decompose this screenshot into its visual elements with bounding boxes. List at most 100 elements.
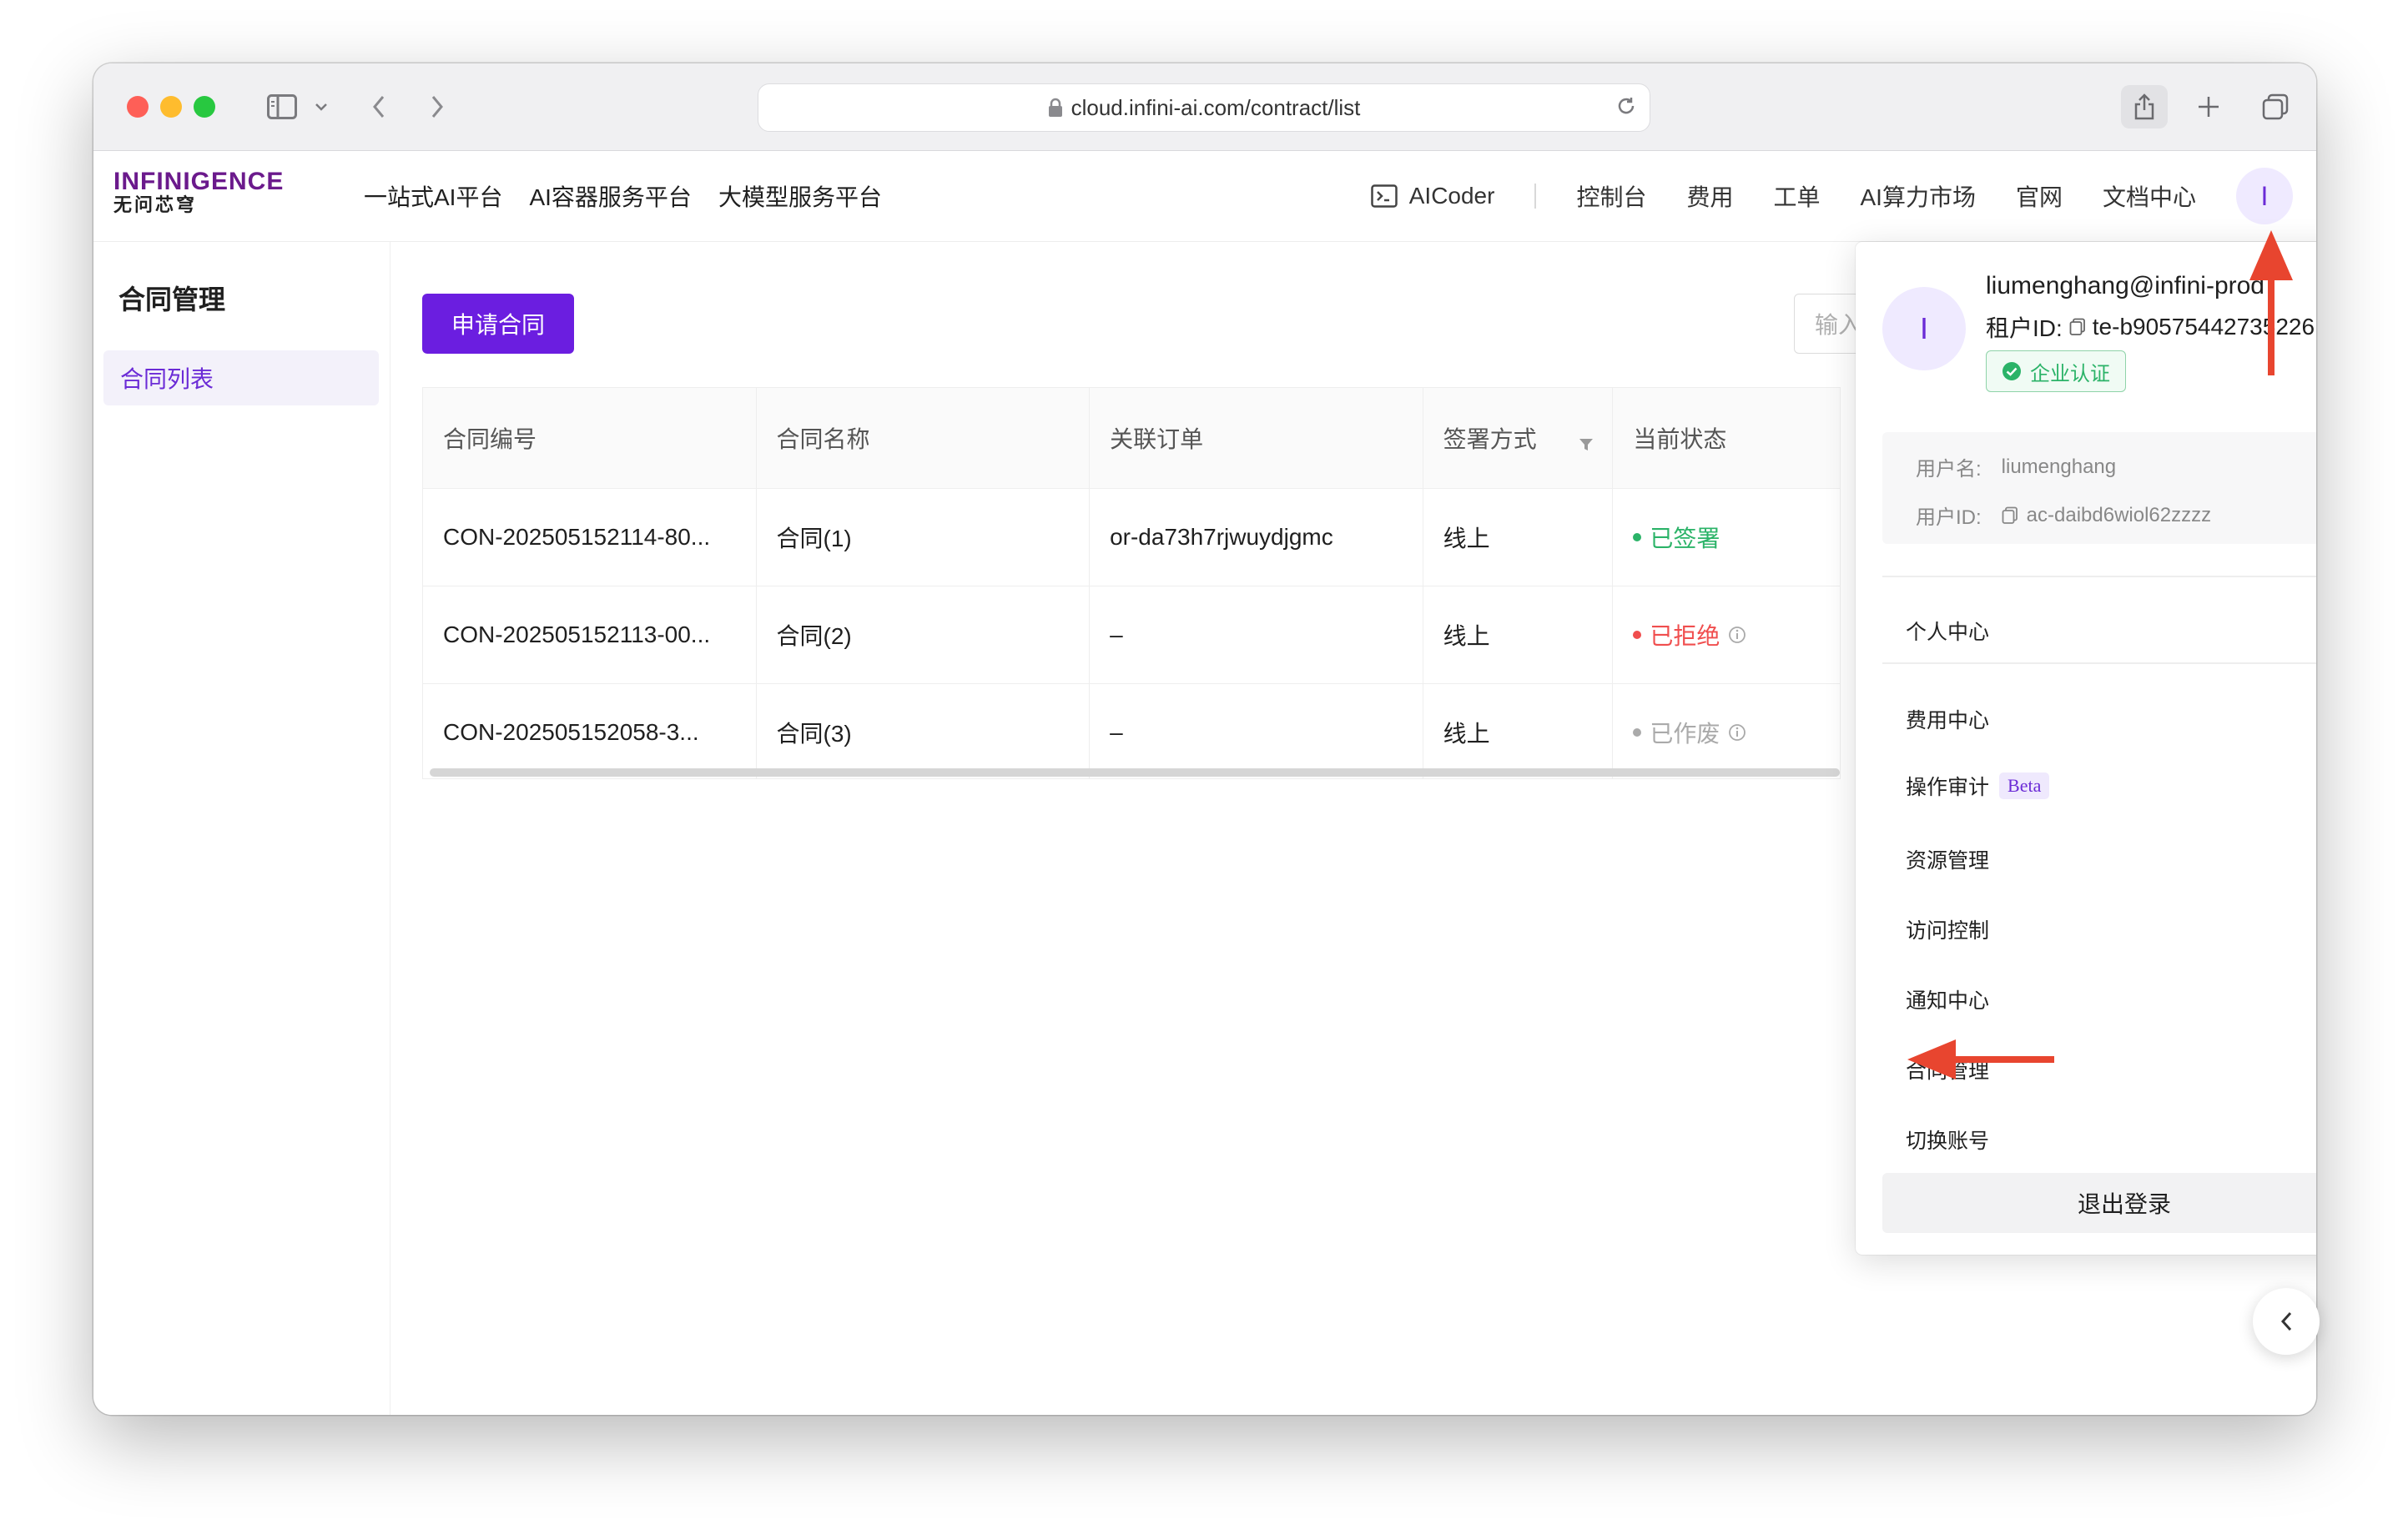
- menu-item-notification-center[interactable]: 通知中心: [1906, 984, 1989, 1014]
- menu-divider: [1882, 662, 2316, 664]
- contract-id-cell: CON-202505152113-00...: [423, 586, 757, 683]
- nav-divider: [1534, 184, 1537, 209]
- menu-item-billing-center[interactable]: 费用中心: [1906, 704, 1989, 734]
- url-text: cloud.infini-ai.com/contract/list: [1071, 94, 1361, 120]
- product-nav: 一站式AI平台 AI容器服务平台 大模型服务平台: [364, 151, 882, 241]
- check-circle-icon: [2002, 362, 2021, 380]
- nav-item-llm-service[interactable]: 大模型服务平台: [718, 179, 882, 213]
- beta-badge: Beta: [1999, 773, 2050, 799]
- apply-contract-button[interactable]: 申请合同: [422, 294, 574, 354]
- nav-item-tickets[interactable]: 工单: [1773, 179, 1820, 213]
- contract-id-cell: CON-202505152058-3...: [423, 684, 757, 778]
- status-dot: [1633, 728, 1642, 737]
- infinigence-logo[interactable]: INFINIGENCE 无问芯穹: [113, 169, 284, 214]
- table-horizontal-scrollbar[interactable]: [430, 768, 1840, 777]
- share-icon[interactable]: [2121, 85, 2168, 128]
- collapse-panel-button[interactable]: [2253, 1288, 2320, 1355]
- table-header: 合同编号 合同名称 关联订单 签署方式 当前状态: [423, 388, 1840, 489]
- logo-text-cn: 无问芯穹: [113, 194, 198, 215]
- contract-id-cell: CON-202505152114-80...: [423, 489, 757, 586]
- back-arrow-icon[interactable]: [362, 85, 395, 128]
- sidebar-title: 合同管理: [118, 284, 226, 315]
- info-icon[interactable]: [1728, 723, 1746, 742]
- copy-icon[interactable]: [2002, 506, 2018, 525]
- menu-divider: [1882, 576, 2316, 577]
- lock-icon: [1048, 98, 1062, 117]
- chevron-down-icon[interactable]: [309, 85, 334, 128]
- nav-item-one-stop-ai[interactable]: 一站式AI平台: [364, 179, 502, 213]
- terminal-icon: [1370, 184, 1398, 208]
- tenant-id-label: 租户ID:: [1986, 315, 2063, 341]
- sidebar: 合同管理 合同列表: [93, 242, 390, 1415]
- userid-label: 用户ID:: [1916, 506, 1982, 529]
- contract-name-cell: 合同(1): [757, 489, 1091, 586]
- nav-item-ai-container[interactable]: AI容器服务平台: [529, 179, 691, 213]
- nav-item-billing[interactable]: 费用: [1686, 179, 1733, 213]
- contract-name-cell: 合同(2): [757, 586, 1091, 683]
- minimize-window-button[interactable]: [160, 96, 182, 118]
- app-header: INFINIGENCE 无问芯穹 一站式AI平台 AI容器服务平台 大模型服务平…: [93, 151, 2316, 242]
- nav-item-console[interactable]: 控制台: [1576, 179, 1646, 213]
- info-icon[interactable]: [1728, 626, 1746, 644]
- menu-item-operation-audit[interactable]: 操作审计 Beta: [1906, 771, 2050, 801]
- username-label: 用户名:: [1916, 458, 1982, 481]
- sidebar-toggle-icon[interactable]: [257, 85, 307, 128]
- user-avatar-button[interactable]: I: [2236, 168, 2293, 224]
- status-cell: 已拒绝: [1613, 586, 1840, 683]
- aicoder-link[interactable]: AICoder: [1370, 183, 1494, 209]
- column-header-related-order: 关联订单: [1090, 388, 1423, 488]
- nav-item-compute-market[interactable]: AI算力市场: [1861, 179, 1976, 213]
- logout-button[interactable]: 退出登录: [1882, 1173, 2316, 1233]
- related-order-cell: or-da73h7rjwuydjgmc: [1090, 489, 1423, 586]
- status-text: 已签署: [1650, 526, 1720, 551]
- top-nav-right: AICoder 控制台 费用 工单 AI算力市场 官网 文档中心 I: [1370, 151, 2316, 241]
- close-window-button[interactable]: [127, 96, 149, 118]
- user-dropdown-menu: I liumenghang@infini-prod 租户ID: te-b9057…: [1856, 242, 2316, 1255]
- related-order-cell: –: [1090, 586, 1423, 683]
- column-header-contract-name: 合同名称: [757, 388, 1091, 488]
- table-row[interactable]: CON-202505152114-80... 合同(1) or-da73h7rj…: [423, 489, 1840, 586]
- sidebar-item-contract-list[interactable]: 合同列表: [103, 350, 379, 405]
- sign-method-cell: 线上: [1423, 586, 1614, 683]
- status-text: 已拒绝: [1650, 623, 1720, 649]
- maximize-window-button[interactable]: [194, 96, 215, 118]
- address-bar[interactable]: cloud.infini-ai.com/contract/list: [758, 83, 1650, 132]
- sign-method-label: 签署方式: [1443, 426, 1537, 452]
- status-text: 已作废: [1650, 721, 1720, 747]
- userid-row: 用户ID: ac-daibd6wiol62zzzz: [1916, 501, 2211, 530]
- status-dot: [1633, 533, 1642, 541]
- verified-badge-label: 企业认证: [2030, 362, 2110, 385]
- chevron-left-icon: [2280, 1311, 2292, 1331]
- account-info-box: 用户名: liumenghang 用户ID: ac-daibd6wiol62zz…: [1882, 432, 2316, 544]
- menu-item-switch-account[interactable]: 切换账号: [1906, 1125, 1989, 1155]
- tenant-id-value: te-b905754427352261: [2092, 314, 2316, 340]
- filter-icon[interactable]: [1579, 431, 1594, 458]
- menu-item-personal-center[interactable]: 个人中心: [1906, 616, 1989, 646]
- table-row[interactable]: CON-202505152113-00... 合同(2) – 线上 已拒绝: [423, 586, 1840, 684]
- column-header-status: 当前状态: [1633, 426, 1727, 452]
- contract-name-cell: 合同(3): [757, 684, 1091, 778]
- user-email: liumenghang@infini-prod: [1986, 272, 2264, 299]
- status-cell: 已签署: [1613, 489, 1840, 586]
- sign-method-cell: 线上: [1423, 489, 1614, 586]
- dropdown-avatar: I: [1882, 287, 1966, 370]
- status-cell: 已作废: [1613, 684, 1840, 778]
- operation-audit-label: 操作审计: [1906, 776, 1990, 799]
- new-tab-icon[interactable]: [2188, 85, 2229, 128]
- menu-item-contract-management[interactable]: 合同管理: [1906, 1054, 1989, 1085]
- username-value: liumenghang: [2001, 455, 2117, 478]
- reload-icon[interactable]: [1615, 94, 1638, 123]
- table-row[interactable]: CON-202505152058-3... 合同(3) – 线上 已作废: [423, 684, 1840, 778]
- userid-value: ac-daibd6wiol62zzzz: [2026, 503, 2212, 526]
- tab-overview-icon[interactable]: [2254, 85, 2296, 128]
- nav-item-docs[interactable]: 文档中心: [2103, 179, 2196, 213]
- column-header-contract-id: 合同编号: [423, 388, 757, 488]
- related-order-cell: –: [1090, 684, 1423, 778]
- copy-icon[interactable]: [2069, 318, 2086, 336]
- forward-arrow-icon[interactable]: [421, 85, 454, 128]
- menu-item-resource-management[interactable]: 资源管理: [1906, 844, 1989, 874]
- menu-item-access-control[interactable]: 访问控制: [1906, 914, 1989, 944]
- sign-method-cell: 线上: [1423, 684, 1614, 778]
- enterprise-verified-badge: 企业认证: [1986, 350, 2126, 392]
- nav-item-official-site[interactable]: 官网: [2016, 179, 2063, 213]
